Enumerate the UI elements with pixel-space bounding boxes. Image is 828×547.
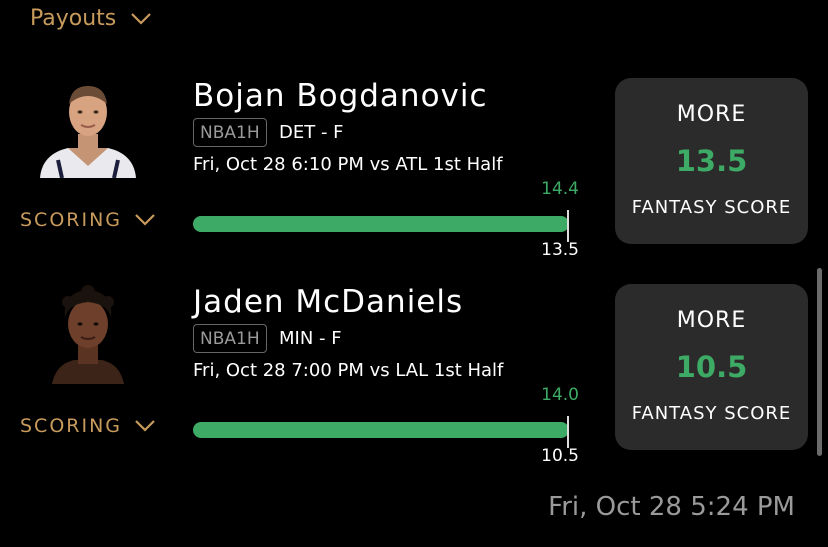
payouts-label: Payouts: [30, 6, 117, 31]
player-name: Bojan Bogdanovic: [193, 78, 488, 114]
pick-more-button[interactable]: MORE 10.5 FANTASY SCORE: [615, 284, 808, 450]
team-position: DET - F: [279, 122, 344, 143]
actual-score: 14.4: [541, 179, 579, 199]
team-position: MIN - F: [279, 328, 342, 349]
scoring-toggle[interactable]: SCORING: [20, 209, 156, 231]
progress-fill: [193, 422, 569, 438]
pick-stat: FANTASY SCORE: [631, 197, 792, 218]
game-info: Fri, Oct 28 6:10 PM vs ATL 1st Half: [193, 154, 503, 175]
player-card: Bojan Bogdanovic NBA1H DET - F Fri, Oct …: [0, 78, 828, 278]
scoring-label: SCORING: [20, 209, 123, 231]
pick-more-button[interactable]: MORE 13.5 FANTASY SCORE: [615, 78, 808, 244]
timestamp: Fri, Oct 28 5:24 PM: [548, 492, 795, 522]
pick-line: 13.5: [675, 144, 748, 178]
line-value: 13.5: [541, 240, 579, 260]
player-avatar: [38, 78, 138, 178]
line-value: 10.5: [541, 446, 579, 466]
pick-direction: MORE: [676, 102, 747, 127]
player-name: Jaden McDaniels: [193, 284, 464, 320]
pick-stat: FANTASY SCORE: [631, 403, 792, 424]
line-marker: [567, 416, 569, 448]
pick-direction: MORE: [676, 308, 747, 333]
scrollbar[interactable]: [817, 268, 822, 456]
player-card: Jaden McDaniels NBA1H MIN - F Fri, Oct 2…: [0, 284, 828, 484]
chevron-down-icon: [131, 12, 152, 25]
scoring-toggle[interactable]: SCORING: [20, 415, 156, 437]
chevron-down-icon: [135, 420, 155, 432]
line-marker: [567, 210, 569, 242]
progress-bar: [193, 416, 569, 448]
scoring-label: SCORING: [20, 415, 123, 437]
pick-line: 10.5: [675, 350, 748, 384]
payouts-dropdown[interactable]: Payouts: [30, 6, 152, 31]
player-avatar: [38, 284, 138, 384]
league-badge: NBA1H: [193, 324, 267, 353]
league-badge: NBA1H: [193, 118, 267, 147]
game-info: Fri, Oct 28 7:00 PM vs LAL 1st Half: [193, 360, 504, 381]
progress-fill: [193, 216, 569, 232]
progress-bar: [193, 210, 569, 242]
actual-score: 14.0: [541, 385, 579, 405]
chevron-down-icon: [135, 214, 155, 226]
